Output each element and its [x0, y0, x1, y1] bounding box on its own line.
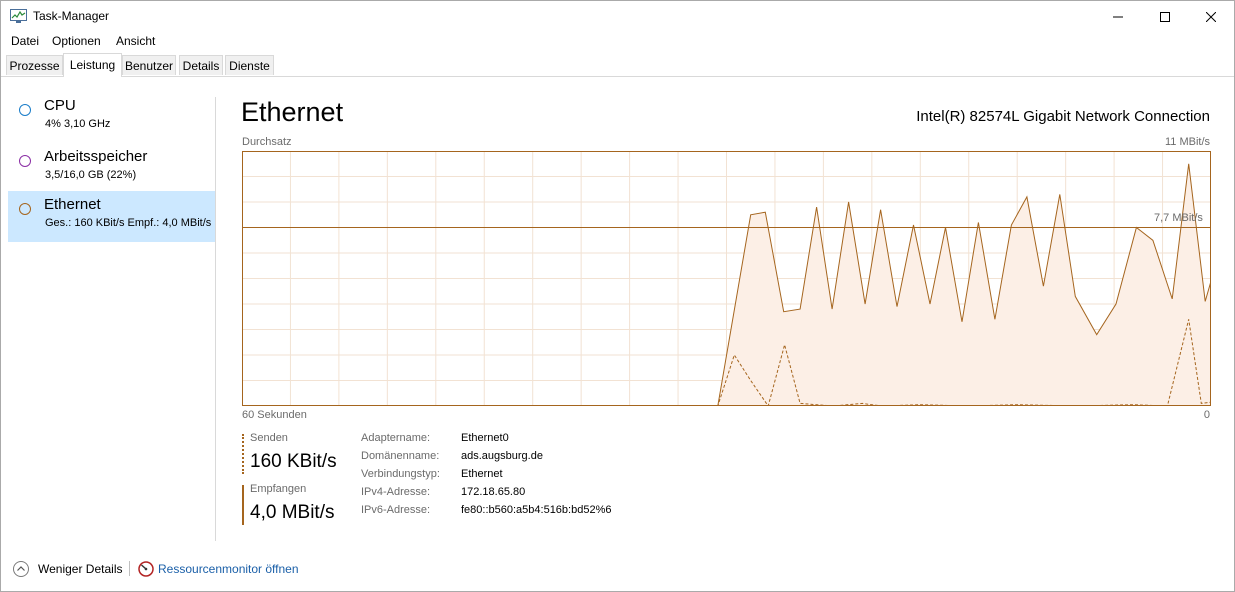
menu-ansicht[interactable]: Ansicht — [116, 34, 155, 48]
receive-label: Empfangen — [250, 483, 307, 495]
maximize-icon — [1160, 11, 1170, 22]
maximize-button[interactable] — [1142, 1, 1188, 32]
graph-label: Durchsatz — [242, 136, 292, 148]
adapter-name: Intel(R) 82574L Gigabit Network Connecti… — [916, 108, 1210, 125]
graph-time-right: 0 — [1203, 409, 1210, 421]
sidebar-item-title: CPU — [44, 97, 76, 114]
graph-reference-label: 7,7 MBit/s — [1154, 212, 1203, 224]
sidebar-item-title: Ethernet — [44, 196, 101, 213]
info-key: Adaptername: — [361, 432, 431, 444]
send-label: Senden — [250, 432, 288, 444]
memory-circle-icon — [19, 155, 31, 167]
sidebar-divider — [215, 97, 216, 541]
receive-indicator — [242, 485, 244, 525]
title-bar: Task-Manager — [1, 1, 1234, 32]
menu-optionen[interactable]: Optionen — [52, 34, 101, 48]
info-key: Verbindungstyp: — [361, 468, 440, 480]
sidebar-item-subtitle: 3,5/16,0 GB (22%) — [45, 169, 137, 181]
info-key: IPv6-Adresse: — [361, 504, 431, 516]
sidebar-item-memory[interactable]: Arbeitsspeicher 3,5/16,0 GB (22%) — [8, 143, 215, 194]
resource-monitor-icon[interactable] — [138, 561, 154, 577]
task-manager-icon — [10, 9, 27, 23]
graph-time-left: 60 Sekunden — [242, 409, 307, 421]
footer-divider — [129, 561, 130, 576]
tab-benutzer[interactable]: Benutzer — [122, 55, 176, 75]
footer-bar: Weniger Details Ressourcenmonitor öffnen — [1, 557, 1234, 581]
info-value: ads.augsburg.de — [461, 450, 543, 462]
info-key: IPv4-Adresse: — [361, 486, 431, 498]
close-icon — [1206, 11, 1216, 22]
graph-max-label: 11 MBit/s — [1164, 136, 1210, 148]
resource-monitor-link[interactable]: Ressourcenmonitor öffnen — [158, 562, 299, 576]
info-value: fe80::b560:a5b4:516b:bd52%6 — [461, 504, 612, 516]
throughput-graph — [242, 151, 1211, 406]
sidebar-item-cpu[interactable]: CPU 4% 3,10 GHz — [8, 92, 215, 143]
info-value: Ethernet0 — [461, 432, 509, 444]
info-key: Domänenname: — [361, 450, 440, 462]
info-value: Ethernet — [461, 468, 503, 480]
sidebar-item-ethernet[interactable]: Ethernet Ges.: 160 KBit/s Empf.: 4,0 MBi… — [8, 191, 215, 242]
performance-sidebar: CPU 4% 3,10 GHz Arbeitsspeicher 3,5/16,0… — [1, 77, 215, 541]
sidebar-item-title: Arbeitsspeicher — [44, 148, 148, 165]
page-title: Ethernet — [241, 97, 344, 127]
less-details-button[interactable]: Weniger Details — [38, 562, 122, 576]
close-button[interactable] — [1188, 1, 1234, 32]
sidebar-item-subtitle: 4% 3,10 GHz — [45, 118, 111, 130]
chevron-up-circle-icon[interactable] — [13, 561, 29, 577]
tab-leistung[interactable]: Leistung — [63, 53, 122, 77]
tab-dienste[interactable]: Dienste — [225, 55, 274, 75]
tab-bar: Prozesse Leistung Benutzer Details Diens… — [1, 51, 1234, 77]
cpu-circle-icon — [19, 104, 31, 116]
tab-details[interactable]: Details — [179, 55, 223, 75]
send-indicator — [242, 434, 244, 474]
menu-datei[interactable]: Datei — [11, 34, 39, 48]
sidebar-item-subtitle: Ges.: 160 KBit/s Empf.: 4,0 MBit/s — [45, 217, 212, 229]
send-value: 160 KBit/s — [250, 451, 337, 472]
receive-value: 4,0 MBit/s — [250, 502, 335, 523]
tab-prozesse[interactable]: Prozesse — [6, 55, 63, 75]
info-value: 172.18.65.80 — [461, 486, 526, 498]
minimize-button[interactable] — [1095, 1, 1141, 32]
task-manager-window: Task-Manager Datei Optionen Ansicht Proz… — [0, 0, 1235, 592]
minimize-icon — [1113, 16, 1123, 17]
ethernet-circle-icon — [19, 203, 31, 215]
menu-bar: Datei Optionen Ansicht — [1, 32, 1234, 51]
window-title: Task-Manager — [33, 9, 110, 23]
